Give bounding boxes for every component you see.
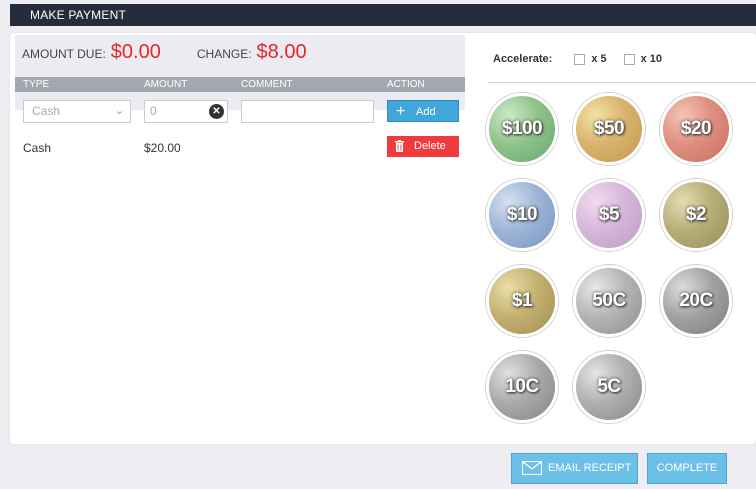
change-value: $8.00 <box>256 41 307 63</box>
accelerate-x10[interactable]: x 10 <box>623 53 662 65</box>
accelerate-x5[interactable]: x 5 <box>574 53 607 65</box>
delete-button[interactable]: Delete <box>387 136 459 157</box>
denomination-2-dollar[interactable]: $2 <box>660 179 732 251</box>
amount-due-value: $0.00 <box>110 41 161 63</box>
window-title: MAKE PAYMENT <box>10 4 756 26</box>
plus-icon: + <box>396 103 406 120</box>
accelerate-options: Accelerate: x 5 x 10 <box>493 53 662 65</box>
denomination-10-dollar[interactable]: $10 <box>486 179 558 251</box>
divider <box>487 82 756 83</box>
email-receipt-button[interactable]: EMAIL RECEIPT <box>511 453 638 484</box>
checkbox-x5[interactable] <box>574 53 586 65</box>
comment-input[interactable] <box>241 100 374 123</box>
amount-input[interactable]: 0 ✕ <box>144 100 228 123</box>
denomination-50-dollar[interactable]: $50 <box>573 93 645 165</box>
change-label: CHANGE: <box>196 47 252 61</box>
header-action: ACTION <box>387 79 425 90</box>
payment-type-select[interactable]: Cash ⌄ <box>23 100 131 123</box>
row-type: Cash <box>23 141 52 155</box>
accelerate-label: Accelerate: <box>493 53 553 65</box>
amount-placeholder: 0 <box>150 104 157 118</box>
checkbox-x10[interactable] <box>623 53 635 65</box>
denomination-1-dollar[interactable]: $1 <box>486 265 558 337</box>
denomination-5-dollar[interactable]: $5 <box>573 179 645 251</box>
header-comment: COMMENT <box>241 79 293 90</box>
amount-row: AMOUNT DUE: $0.00 CHANGE: $8.00 <box>22 41 307 69</box>
chevron-down-icon: ⌄ <box>114 105 124 117</box>
amount-due-label: AMOUNT DUE: <box>22 47 106 61</box>
denomination-20-cent[interactable]: 20C <box>660 265 732 337</box>
denomination-50-cent[interactable]: 50C <box>573 265 645 337</box>
payment-type-value: Cash <box>32 104 61 118</box>
trash-icon <box>395 140 404 152</box>
denomination-10-cent[interactable]: 10C <box>486 351 558 423</box>
envelope-icon <box>522 461 542 475</box>
header-amount: AMOUNT <box>144 79 188 90</box>
complete-button[interactable]: COMPLETE <box>647 453 727 484</box>
denomination-20-dollar[interactable]: $20 <box>660 93 732 165</box>
denomination-100-dollar[interactable]: $100 <box>486 93 558 165</box>
header-type: TYPE <box>23 79 50 90</box>
denomination-5-cent[interactable]: 5C <box>573 351 645 423</box>
clear-icon[interactable]: ✕ <box>209 104 224 119</box>
payment-panel: AMOUNT DUE: $0.00 CHANGE: $8.00 TYPE AMO… <box>10 33 756 444</box>
row-amount: $20.00 <box>144 141 181 155</box>
table-header: TYPE AMOUNT COMMENT ACTION <box>15 77 465 92</box>
add-button[interactable]: + Add <box>387 100 459 122</box>
